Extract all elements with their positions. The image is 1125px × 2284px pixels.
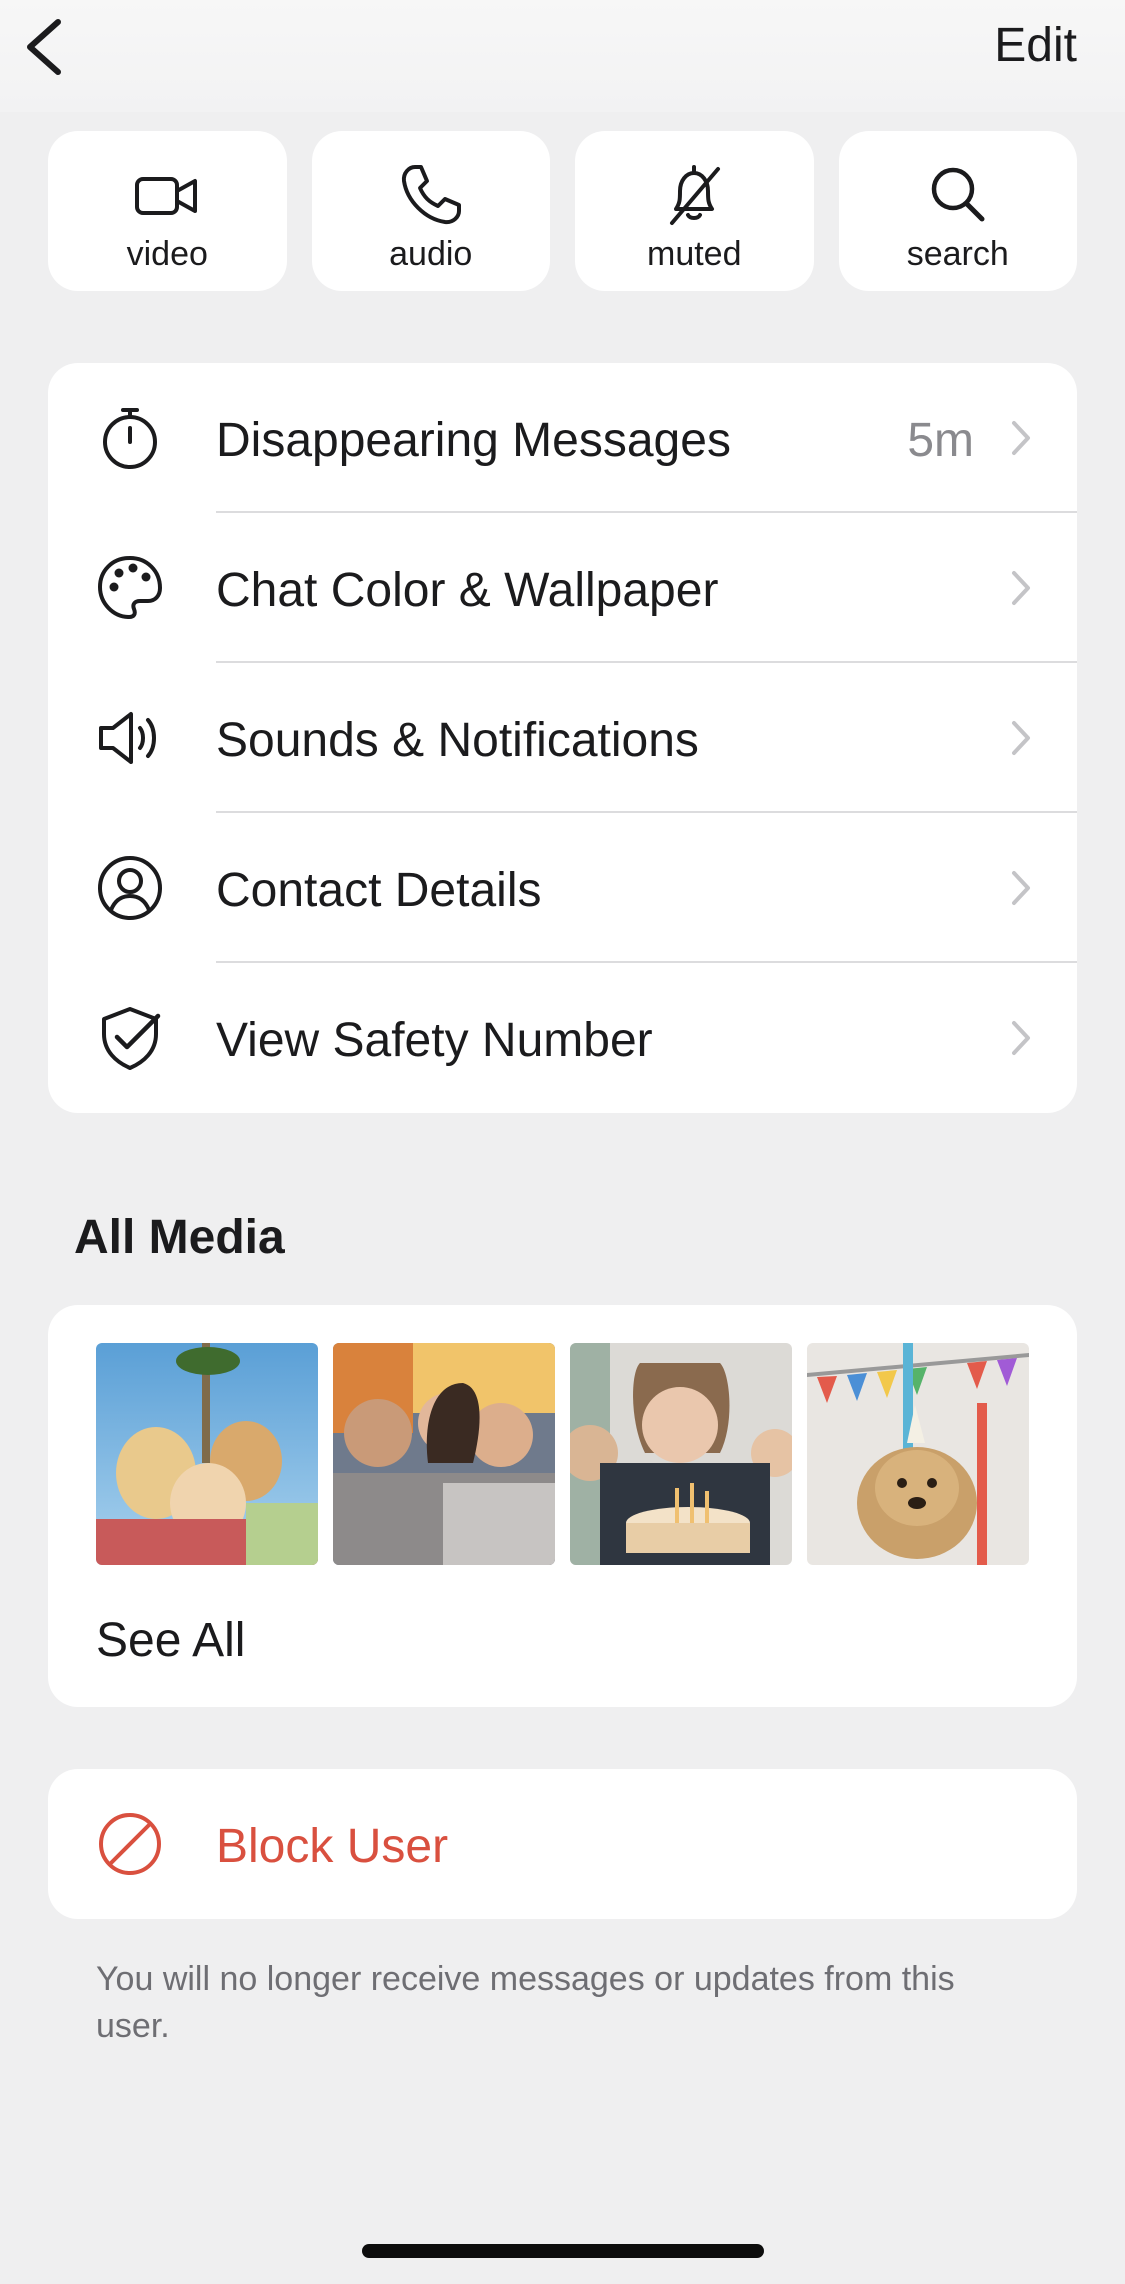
timer-icon xyxy=(103,408,157,469)
chevron-right-icon xyxy=(1012,1021,1030,1055)
person-circle-icon xyxy=(98,856,162,920)
chat-color-wallpaper-label: Chat Color & Wallpaper xyxy=(216,564,719,617)
palette-icon xyxy=(98,556,162,619)
all-media-card: See All xyxy=(48,1305,1077,1707)
navigation-bar: Edit xyxy=(0,0,1125,112)
block-footnote: You will no longer receive messages or u… xyxy=(96,1960,955,2045)
shield-check-icon xyxy=(102,1007,161,1070)
block-icon xyxy=(99,1813,161,1875)
home-indicator xyxy=(362,2244,764,2258)
video-call-button[interactable]: video xyxy=(48,131,287,291)
block-user-button[interactable]: Block User xyxy=(48,1769,1077,1919)
disappearing-messages-label: Disappearing Messages xyxy=(216,414,731,467)
bell-muted-icon xyxy=(670,165,721,225)
sounds-notifications-row[interactable]: Sounds & Notifications xyxy=(48,663,1077,813)
all-media-title: All Media xyxy=(74,1211,285,1264)
disappearing-messages-value: 5m xyxy=(907,414,974,467)
settings-list: Disappearing Messages 5m Chat Color & Wa… xyxy=(48,363,1077,1113)
chevron-right-icon xyxy=(1012,871,1030,905)
chevron-right-icon xyxy=(1012,421,1030,455)
audio-call-button[interactable]: audio xyxy=(311,131,550,291)
media-thumbnail-friends-selfie[interactable] xyxy=(333,1343,555,1565)
search-icon xyxy=(931,167,985,222)
media-thumbnail-dog-party-hat[interactable] xyxy=(807,1343,1029,1565)
speaker-icon xyxy=(99,712,156,764)
contact-details-row[interactable]: Contact Details xyxy=(48,813,1077,963)
view-safety-number-row[interactable]: View Safety Number xyxy=(48,963,1077,1113)
media-thumbnails xyxy=(96,1343,1029,1565)
audio-label: audio xyxy=(389,235,473,273)
video-label: video xyxy=(126,235,208,273)
search-label: search xyxy=(906,235,1009,273)
chevron-left-icon xyxy=(27,19,61,75)
chat-color-wallpaper-row[interactable]: Chat Color & Wallpaper xyxy=(48,513,1077,663)
muted-label: muted xyxy=(647,235,742,273)
chevron-right-icon xyxy=(1012,721,1030,755)
see-all-button[interactable]: See All xyxy=(96,1613,245,1668)
video-camera-icon xyxy=(135,177,198,215)
chevron-right-icon xyxy=(1012,571,1030,605)
edit-button[interactable]: Edit xyxy=(994,18,1077,73)
search-button[interactable]: search xyxy=(838,131,1077,291)
disappearing-messages-row[interactable]: Disappearing Messages 5m xyxy=(48,363,1077,513)
media-thumbnail-group-of-friends[interactable] xyxy=(96,1343,318,1565)
conversation-settings-screen: Edit video audio muted search Disappeari… xyxy=(0,0,1125,2284)
contact-details-label: Contact Details xyxy=(216,864,542,917)
media-thumbnail-birthday-cake[interactable] xyxy=(570,1343,792,1565)
sounds-notifications-label: Sounds & Notifications xyxy=(216,714,699,767)
mute-button[interactable]: muted xyxy=(575,131,814,291)
view-safety-number-label: View Safety Number xyxy=(216,1014,653,1067)
block-user-label: Block User xyxy=(216,1820,449,1873)
phone-icon xyxy=(401,165,461,225)
back-button[interactable] xyxy=(20,14,70,80)
quick-actions: video audio muted search xyxy=(48,131,1077,291)
